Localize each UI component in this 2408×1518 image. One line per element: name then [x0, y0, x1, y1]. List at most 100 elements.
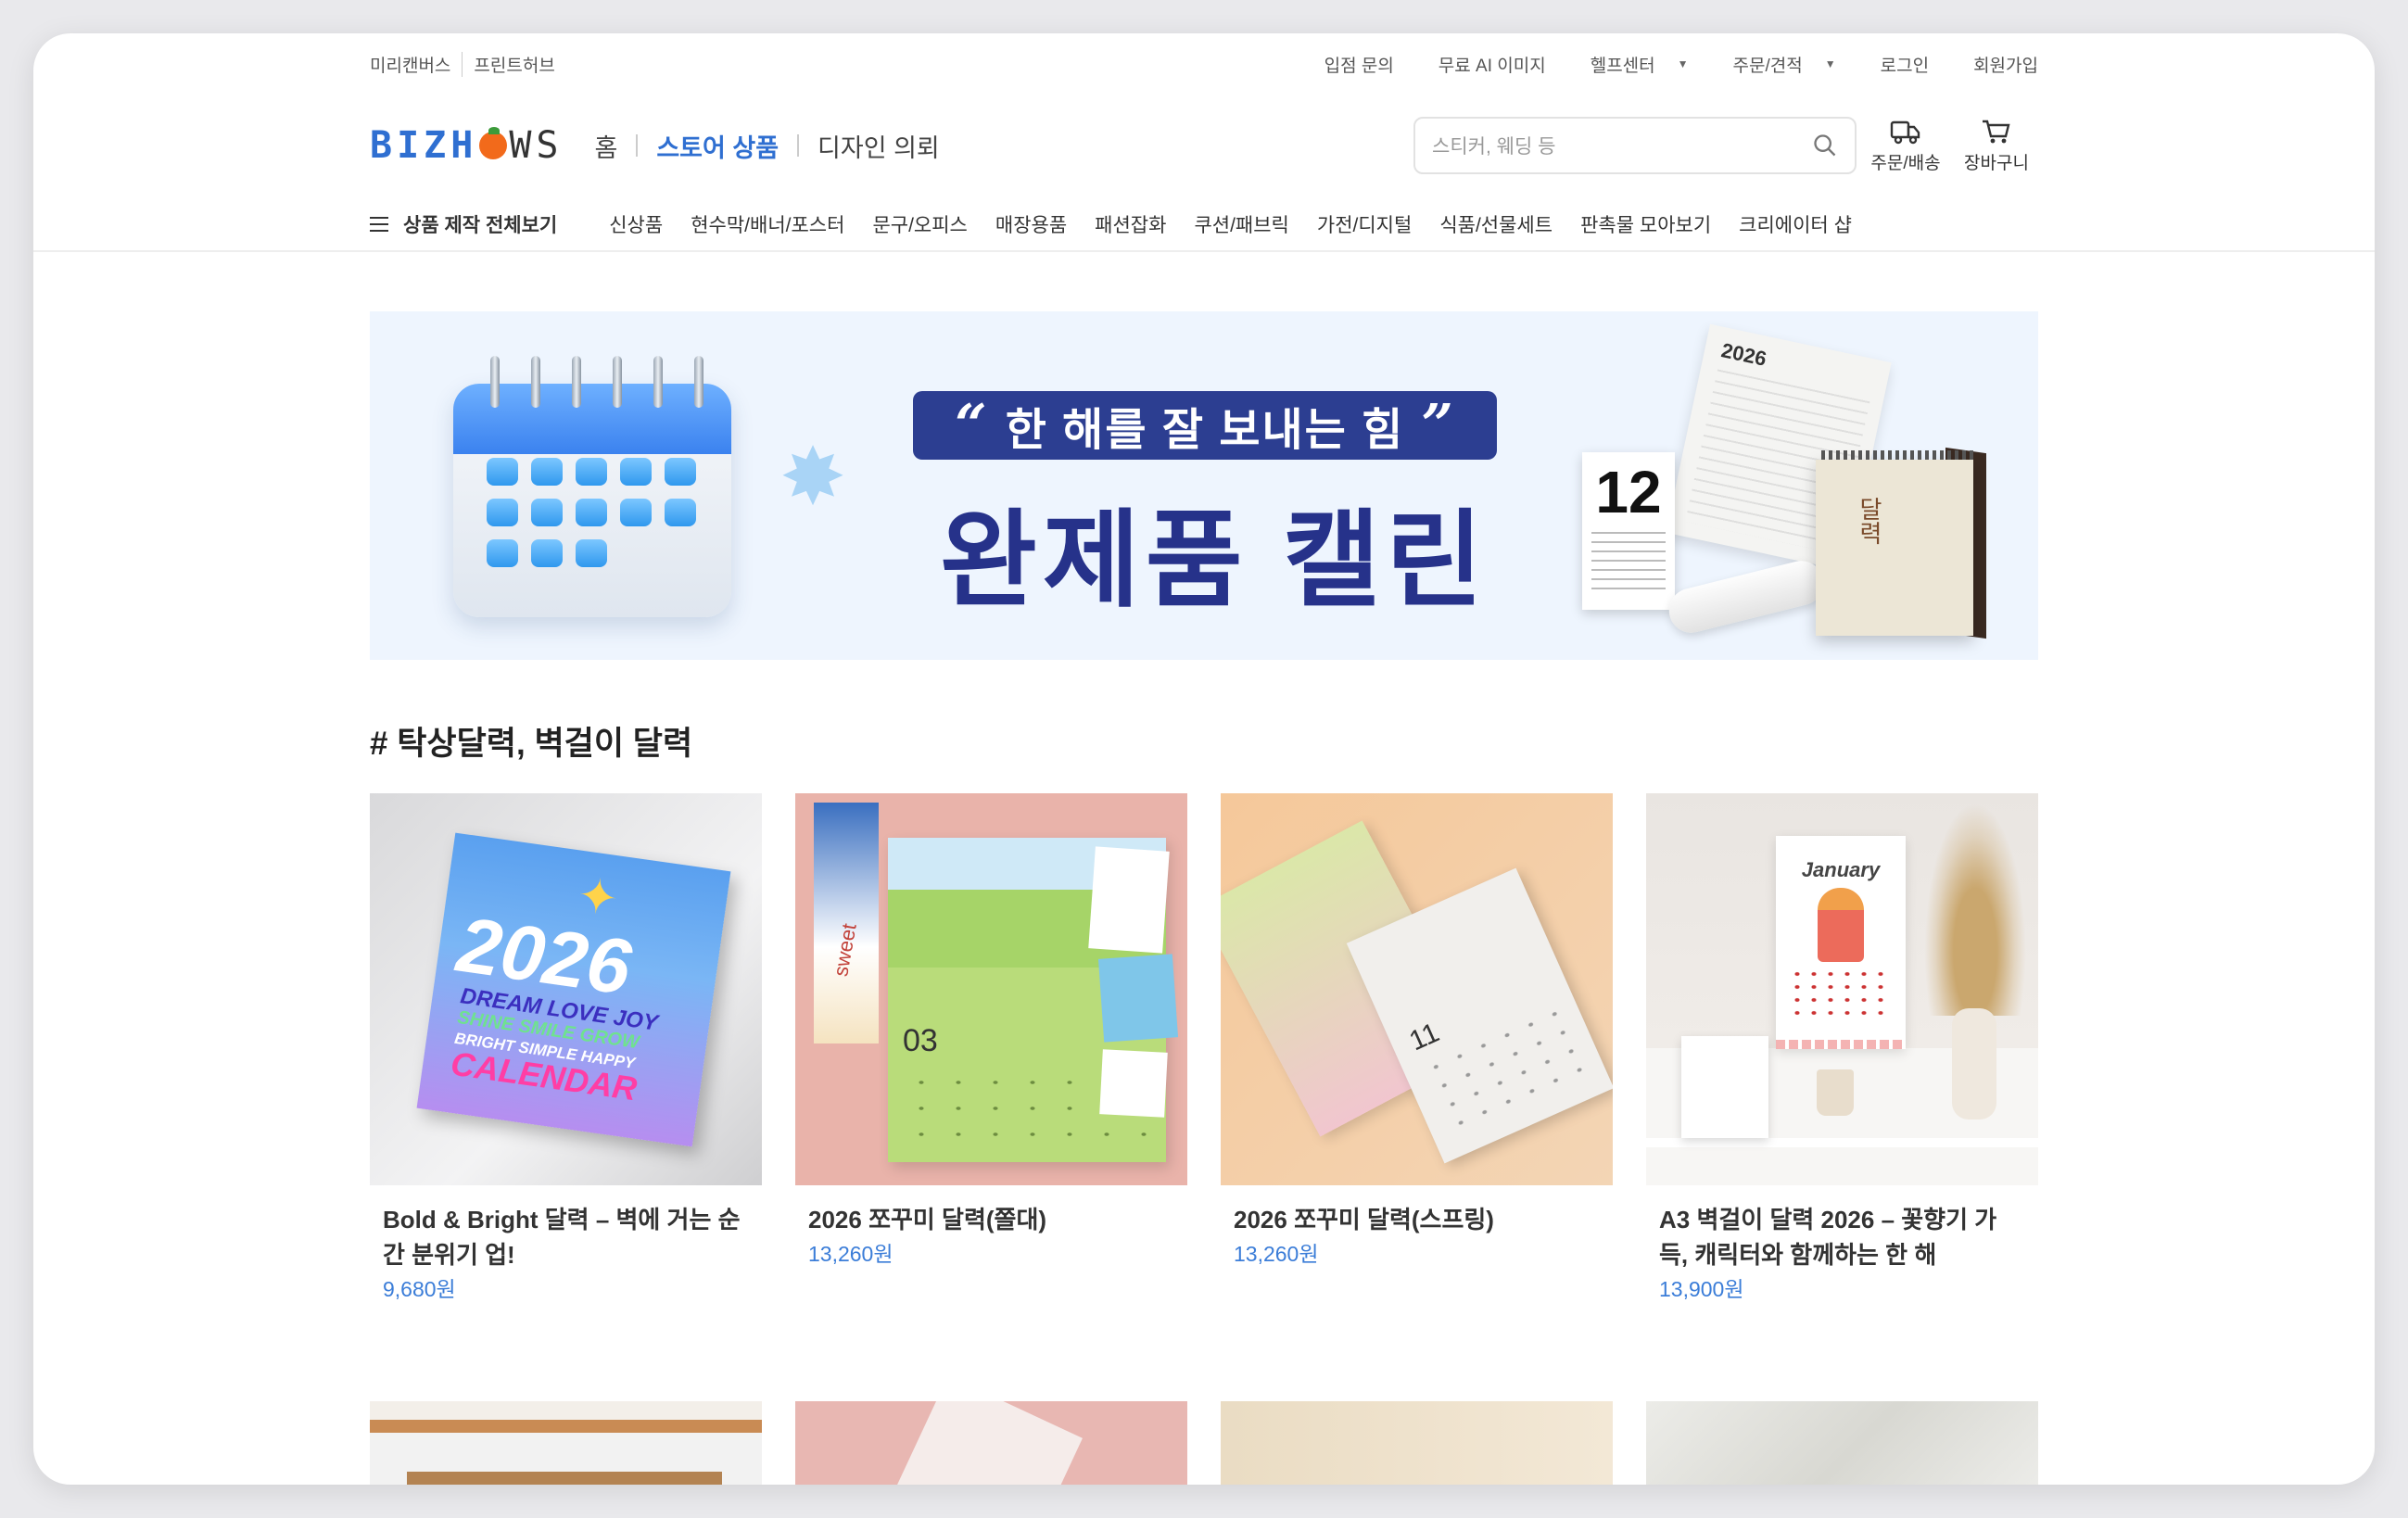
mug-graphic — [1817, 1069, 1854, 1116]
nav-design-request[interactable]: 디자인 의뢰 — [817, 128, 940, 164]
banner-quote-text: 한 해를 잘 보내는 힘 — [1005, 406, 1405, 455]
link-label: 주문/견적 — [1732, 56, 1803, 76]
calendar-pad-graphic: ✦ 2026 DREAM LOVE JOY SHINE SMILE GROW B… — [416, 832, 731, 1147]
category-banner-poster[interactable]: 현수막/배너/포스터 — [691, 210, 844, 238]
category-new[interactable]: 신상품 — [609, 210, 663, 238]
banner-tent-calendar-image: 달력 — [1816, 460, 1973, 636]
vase-graphic — [1952, 1008, 1996, 1120]
category-store-supplies[interactable]: 매장용품 — [995, 210, 1067, 238]
link-label: 입점 문의 — [1324, 56, 1394, 76]
category-cushion-fabric[interactable]: 쿠션/패브릭 — [1194, 210, 1288, 238]
product-price: 13,260원 — [1234, 1242, 1319, 1266]
nav-divider — [797, 134, 800, 157]
thumb-month: 03 — [903, 1023, 938, 1058]
desk-calendar-graphic — [1681, 1036, 1768, 1138]
product-name[interactable]: Bold & Bright 달력 – 벽에 거는 순간 분위기 업! — [383, 1202, 749, 1272]
order-delivery-label: 주문/배송 — [1870, 153, 1941, 173]
product-card[interactable] — [795, 1401, 1187, 1485]
product-card[interactable] — [370, 1401, 762, 1485]
cart-label: 장바구니 — [1964, 153, 2029, 173]
product-card[interactable]: sweet 03 2026 쪼꾸미 달력(쫄대) 13,260원 — [795, 793, 1187, 1306]
banner-rolled-calendar-image — [1664, 556, 1829, 638]
main-nav: 홈 스토어 상품 디자인 의뢰 — [595, 128, 940, 164]
calendar-3d-icon — [453, 356, 731, 617]
link-login[interactable]: 로그인 — [1858, 52, 1929, 77]
link-help-center[interactable]: 헬프센터 ▼ — [1568, 52, 1689, 77]
search-icon[interactable] — [1812, 133, 1838, 158]
product-image[interactable]: ✦ 2026 DREAM LOVE JOY SHINE SMILE GROW B… — [370, 793, 762, 1185]
thumb-month: 11 — [1404, 1017, 1444, 1057]
utility-right: 입점 문의 무료 AI 이미지 헬프센터 ▼ 주문/견적 ▼ 로그인 회원가입 — [1280, 52, 2038, 77]
product-image[interactable]: 11 — [1221, 793, 1613, 1185]
menu-icon — [370, 212, 388, 236]
chevron-down-icon: ▼ — [1824, 57, 1836, 70]
search-placeholder: 스티커, 웨딩 등 — [1432, 136, 1556, 158]
link-order-quote[interactable]: 주문/견적 ▼ — [1711, 52, 1836, 77]
product-name[interactable]: A3 벽걸이 달력 2026 – 꽃향기 가득, 캐릭터와 함께하는 한 해 — [1659, 1202, 2025, 1272]
link-miricanvas[interactable]: 미리캔버스 — [370, 52, 450, 77]
product-name[interactable]: 2026 쪼꾸미 달력(쫄대) — [808, 1202, 1174, 1237]
note-graphic — [1099, 1049, 1168, 1118]
order-delivery-button[interactable]: 주문/배송 — [1864, 118, 1947, 174]
banner-tent-text: 달력 — [1856, 497, 1883, 545]
product-image[interactable] — [795, 1401, 1187, 1485]
cart-icon — [1983, 120, 2010, 143]
logo-text-part2: WS — [509, 124, 564, 167]
sparkle-icon: ✸ — [779, 433, 847, 522]
product-price: 9,680원 — [383, 1277, 456, 1301]
main-header: BIZH WS 홈 스토어 상품 디자인 의뢰 스티커, 웨딩 등 주문/배송 장… — [370, 104, 2038, 187]
product-card[interactable]: 11 2026 쪼꾸미 달력(스프링) 13,260원 — [1221, 793, 1613, 1306]
product-card[interactable] — [1646, 1401, 2038, 1485]
thumb-month: January — [1801, 858, 1881, 881]
link-signup[interactable]: 회원가입 — [1951, 52, 2038, 77]
category-creator-shop[interactable]: 크리에이터 샵 — [1739, 210, 1852, 238]
poster-graphic: sweet — [814, 803, 879, 1044]
product-price: 13,260원 — [808, 1242, 893, 1266]
utility-bar: 미리캔버스 프린트허브 입점 문의 무료 AI 이미지 헬프센터 ▼ 주문/견적 ▼… — [370, 46, 2038, 82]
chevron-down-icon: ▼ — [1677, 57, 1689, 70]
bizhows-logo[interactable]: BIZH WS — [370, 124, 564, 167]
nav-home[interactable]: 홈 — [595, 128, 618, 164]
category-food-gift[interactable]: 식품/선물세트 — [1439, 210, 1553, 238]
nav-divider — [636, 134, 639, 157]
banner-desk-calendar-image: 12 — [1582, 452, 1675, 610]
search-input[interactable]: 스티커, 웨딩 등 — [1413, 117, 1857, 174]
link-free-ai-image[interactable]: 무료 AI 이미지 — [1416, 52, 1546, 77]
product-card[interactable]: January A3 벽걸이 달력 2026 – 꽃향기 가득, 캐릭터와 함께… — [1646, 793, 2038, 1306]
product-grid: ✦ 2026 DREAM LOVE JOY SHINE SMILE GROW B… — [370, 793, 2038, 1306]
product-image[interactable]: January — [1646, 793, 2038, 1185]
banner-desk-month: 12 — [1595, 459, 1662, 525]
product-card[interactable] — [1221, 1401, 1613, 1485]
quote-open-mark: “ — [955, 393, 989, 458]
banner-headline: 완제품 캘린더 — [939, 502, 1489, 660]
tomato-icon — [479, 127, 508, 159]
category-bar: 상품 제작 전체보기 신상품 현수막/배너/포스터 문구/오피스 매장용품 패션… — [370, 196, 2038, 252]
pampas-grass-graphic — [1924, 803, 2026, 1016]
header-divider — [33, 250, 2375, 252]
product-name[interactable]: 2026 쪼꾸미 달력(스프링) — [1234, 1202, 1600, 1237]
cart-button[interactable]: 장바구니 — [1955, 118, 2038, 174]
product-image[interactable] — [370, 1401, 762, 1485]
link-label: 회원가입 — [1973, 56, 2038, 76]
nav-store-products[interactable]: 스토어 상품 — [656, 128, 779, 164]
truck-icon — [1890, 120, 1920, 144]
banner-sheet-year: 2026 — [1719, 338, 1769, 371]
all-categories-button[interactable]: 상품 제작 전체보기 — [370, 210, 557, 238]
category-stationery[interactable]: 문구/오피스 — [872, 210, 967, 238]
promo-banner[interactable]: ✸ “ 한 해를 잘 보내는 힘 ” 완제품 캘린더 2026 12 달력 — [370, 311, 2038, 660]
link-partner-inquiry[interactable]: 입점 문의 — [1302, 52, 1394, 77]
all-categories-label: 상품 제작 전체보기 — [403, 215, 558, 236]
product-image[interactable] — [1646, 1401, 2038, 1485]
product-image[interactable]: sweet 03 — [795, 793, 1187, 1185]
banner-quote: “ 한 해를 잘 보내는 힘 ” — [913, 391, 1497, 460]
link-printhub[interactable]: 프린트허브 — [462, 51, 555, 77]
link-label: 로그인 — [1880, 56, 1930, 76]
category-promo[interactable]: 판촉물 모아보기 — [1580, 210, 1711, 238]
product-card[interactable]: ✦ 2026 DREAM LOVE JOY SHINE SMILE GROW B… — [370, 793, 762, 1306]
product-image[interactable] — [1221, 1401, 1613, 1485]
note-graphic — [1097, 954, 1179, 1043]
wall-calendar-graphic: January — [1776, 836, 1906, 1049]
category-digital[interactable]: 가전/디지털 — [1317, 210, 1412, 238]
category-fashion[interactable]: 패션잡화 — [1095, 210, 1166, 238]
desk-graphic — [1646, 1138, 2038, 1147]
